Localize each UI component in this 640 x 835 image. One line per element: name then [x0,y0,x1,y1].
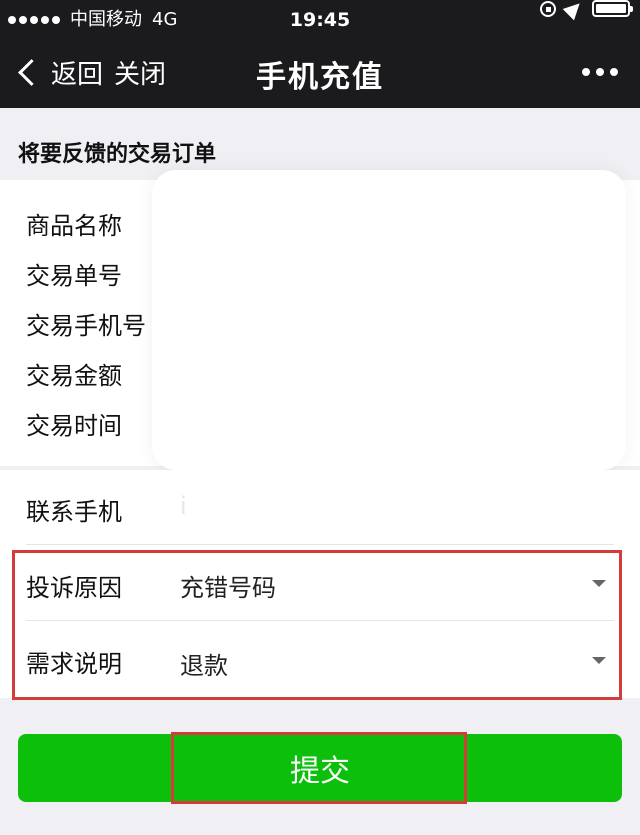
contact-phone-label: 联系手机 [26,498,122,526]
redaction-overlay [152,170,626,470]
top-bar: 中国移动 4G 19:45 返回 关闭 手机充值 [0,0,640,108]
more-dot [596,68,604,76]
complaint-reason-label: 投诉原因 [26,574,122,602]
order-section-header: 将要反馈的交易订单 [18,142,217,167]
nav-bar: 返回 关闭 手机充值 [0,40,640,108]
feedback-form: 联系手机 i 投诉原因 充错号码 需求说明 退款 [0,470,640,698]
chevron-down-icon[interactable] [592,580,606,587]
order-label-number: 交易单号 [26,262,122,290]
rotation-lock-icon [540,0,556,17]
order-label-phone: 交易手机号 [26,312,146,340]
status-right [540,0,633,20]
divider [26,544,614,545]
submit-button[interactable]: 提交 [18,734,622,802]
request-label: 需求说明 [26,650,122,678]
complaint-reason-select[interactable]: 充错号码 [180,568,276,603]
order-label-time: 交易时间 [26,412,122,440]
request-select[interactable]: 退款 [180,646,228,681]
order-label-amount: 交易金额 [26,362,122,390]
more-dot [610,68,618,76]
divider [26,620,614,621]
more-dots-icon [582,68,590,76]
battery-icon [592,0,633,17]
location-arrow-icon [562,0,586,20]
more-menu-button[interactable] [582,68,618,76]
chevron-down-icon[interactable] [592,657,606,664]
contact-phone-input[interactable]: i [180,492,187,520]
order-label-product: 商品名称 [26,212,122,240]
page-title: 手机充值 [256,60,384,95]
status-bar: 中国移动 4G 19:45 [0,0,640,40]
